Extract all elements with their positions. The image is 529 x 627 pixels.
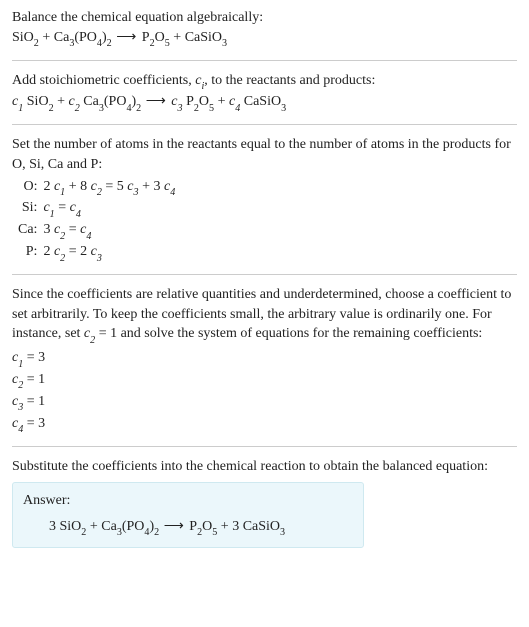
table-row: P:2 c2 = 2 c3 bbox=[18, 242, 181, 264]
atom-equations-table: O:2 c1 + 8 c2 = 5 c3 + 3 c4Si:c1 = c4Ca:… bbox=[18, 177, 181, 265]
text: , to the reactants and products: bbox=[204, 73, 375, 88]
divider bbox=[12, 124, 517, 125]
answer-box: Answer: 3 SiO2 + Ca3(PO4)2 ⟶ P2O5 + 3 Ca… bbox=[12, 482, 364, 548]
text: and solve the system of equations for th… bbox=[117, 326, 482, 341]
ci-var: ci bbox=[195, 73, 204, 88]
balanced-equation: 3 SiO2 + Ca3(PO4)2 ⟶ P2O5 + 3 CaSiO3 bbox=[23, 517, 353, 539]
set-coef: c2 bbox=[84, 326, 95, 341]
coef-line: c4 = 3 bbox=[12, 414, 517, 436]
divider bbox=[12, 274, 517, 275]
text: Add stoichiometric coefficients, bbox=[12, 73, 195, 88]
text: = 1 bbox=[95, 326, 117, 341]
table-row: O:2 c1 + 8 c2 = 5 c3 + 3 c4 bbox=[18, 177, 181, 199]
divider bbox=[12, 446, 517, 447]
coefficient-solution: c1 = 3c2 = 1c3 = 1c4 = 3 bbox=[12, 348, 517, 436]
step3-text: Set the number of atoms in the reactants… bbox=[12, 135, 517, 174]
coef-line: c3 = 1 bbox=[12, 392, 517, 414]
coef-line: c2 = 1 bbox=[12, 370, 517, 392]
answer-label: Answer: bbox=[23, 491, 353, 511]
reaction-unbalanced: SiO2 + Ca3(PO4)2 ⟶ P2O5 + CaSiO3 bbox=[12, 28, 517, 50]
step4-text: Since the coefficients are relative quan… bbox=[12, 285, 517, 346]
divider bbox=[12, 60, 517, 61]
reaction-with-coefs: c1 SiO2 + c2 Ca3(PO4)2 ⟶ c3 P2O5 + c4 Ca… bbox=[12, 92, 517, 114]
coef-line: c1 = 3 bbox=[12, 348, 517, 370]
table-row: Ca:3 c2 = c4 bbox=[18, 220, 181, 242]
step2-text: Add stoichiometric coefficients, ci, to … bbox=[12, 71, 517, 93]
table-row: Si:c1 = c4 bbox=[18, 198, 181, 220]
intro-text: Balance the chemical equation algebraica… bbox=[12, 8, 517, 28]
step5-text: Substitute the coefficients into the che… bbox=[12, 457, 517, 477]
